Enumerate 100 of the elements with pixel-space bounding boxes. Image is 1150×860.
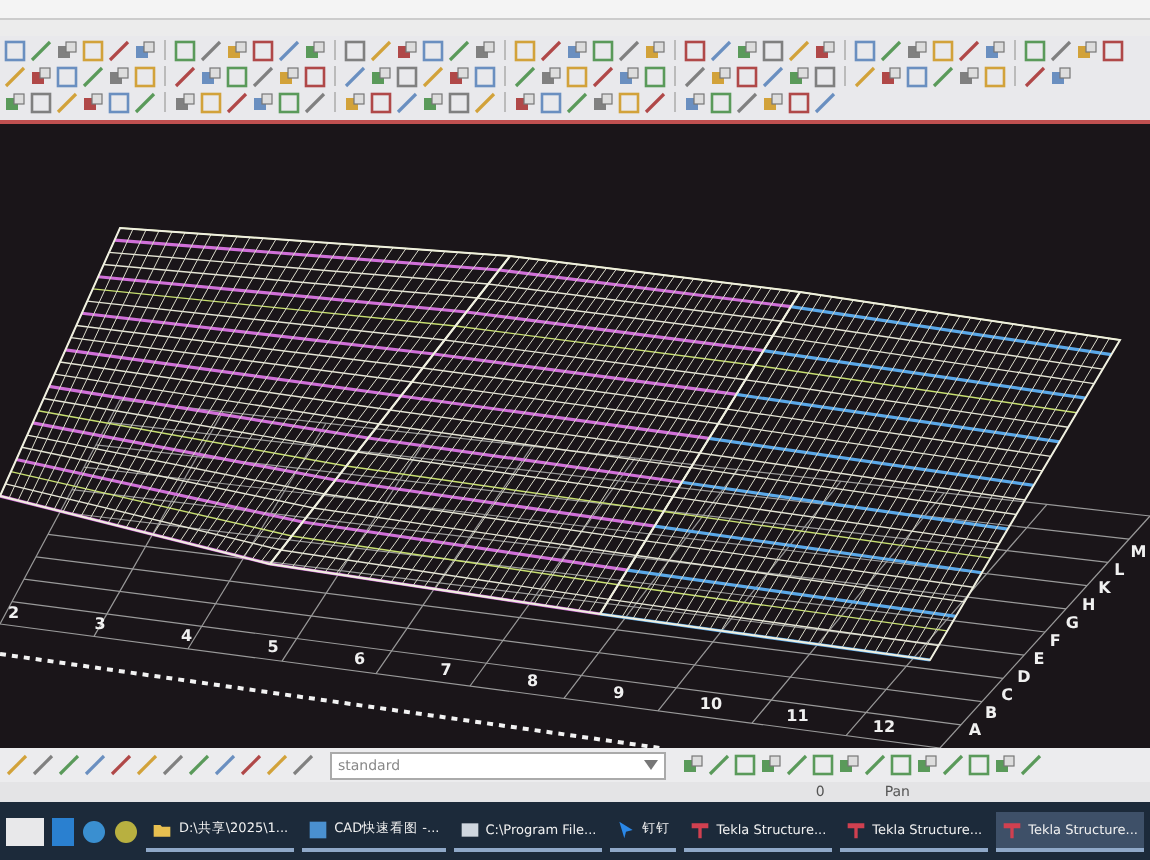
toolbar-icon[interactable] (958, 65, 980, 87)
toolbar-icon[interactable] (134, 39, 156, 61)
search-field[interactable] (6, 817, 45, 845)
toolbar-icon[interactable] (174, 91, 196, 113)
toolbar-icon[interactable] (56, 91, 78, 113)
toolbar-icon[interactable] (968, 754, 990, 776)
toolbar-icon[interactable] (134, 91, 156, 113)
toolbar-icon[interactable] (474, 65, 496, 87)
toolbar-icon[interactable] (1102, 39, 1124, 61)
toolbar-icon[interactable] (344, 65, 366, 87)
toolbar-icon[interactable] (252, 65, 274, 87)
toolbar-icon[interactable] (422, 39, 444, 61)
toolbar-icon[interactable] (82, 65, 104, 87)
toolbar-icon[interactable] (994, 754, 1016, 776)
toolbar-icon[interactable] (278, 65, 300, 87)
toolbar-icon[interactable] (396, 39, 418, 61)
toolbar-icon[interactable] (226, 65, 248, 87)
toolbar-icon[interactable] (814, 65, 836, 87)
toolbar-icon[interactable] (6, 754, 28, 776)
toolbar-icon[interactable] (200, 65, 222, 87)
toolbar-icon[interactable] (56, 39, 78, 61)
toolbar-icon[interactable] (278, 39, 300, 61)
toolbar-icon[interactable] (786, 754, 808, 776)
toolbar-icon[interactable] (266, 754, 288, 776)
toolbar-icon[interactable] (422, 65, 444, 87)
toolbar-icon[interactable] (710, 65, 732, 87)
toolbar-icon[interactable] (344, 39, 366, 61)
toolbar-icon[interactable] (136, 754, 158, 776)
toolbar-icon[interactable] (226, 39, 248, 61)
toolbar-icon[interactable] (684, 65, 706, 87)
toolbar-icon[interactable] (710, 39, 732, 61)
toolbar-icon[interactable] (56, 65, 78, 87)
toolbar-icon[interactable] (736, 65, 758, 87)
toolbar-icon[interactable] (82, 91, 104, 113)
toolbar-icon[interactable] (812, 754, 834, 776)
toolbar-icon[interactable] (958, 39, 980, 61)
toolbar-icon[interactable] (762, 91, 784, 113)
toolbar-icon[interactable] (916, 754, 938, 776)
toolbar-icon[interactable] (278, 91, 300, 113)
toolbar-icon[interactable] (906, 39, 928, 61)
toolbar-icon[interactable] (984, 39, 1006, 61)
toolbar-icon[interactable] (890, 754, 912, 776)
toolbar-icon[interactable] (252, 91, 274, 113)
toolbar-icon[interactable] (4, 65, 26, 87)
toolbar-icon[interactable] (644, 91, 666, 113)
toolbar-icon[interactable] (304, 65, 326, 87)
toolbar-icon[interactable] (760, 754, 782, 776)
toolbar-icon[interactable] (566, 65, 588, 87)
toolbar-icon[interactable] (82, 39, 104, 61)
toolbar-icon[interactable] (32, 754, 54, 776)
toolbar-icon[interactable] (110, 754, 132, 776)
toolbar-icon[interactable] (162, 754, 184, 776)
toolbar-icon[interactable] (684, 39, 706, 61)
toolbar-icon[interactable] (540, 39, 562, 61)
toolbar-icon[interactable] (174, 65, 196, 87)
toolbar-icon[interactable] (200, 39, 222, 61)
toolbar-icon[interactable] (134, 65, 156, 87)
toolbar-icon[interactable] (474, 39, 496, 61)
toolbar-icon[interactable] (474, 91, 496, 113)
toolbar-icon[interactable] (618, 39, 640, 61)
toolbar-icon[interactable] (880, 39, 902, 61)
toolbar-icon[interactable] (188, 754, 210, 776)
toolbar-icon[interactable] (736, 91, 758, 113)
toolbar-icon[interactable] (370, 65, 392, 87)
toolbar-icon[interactable] (932, 65, 954, 87)
toolbar-icon[interactable] (514, 39, 536, 61)
toolbar-icon[interactable] (514, 91, 536, 113)
toolbar-icon[interactable] (422, 91, 444, 113)
toolbar-icon[interactable] (30, 39, 52, 61)
toolbar-icon[interactable] (708, 754, 730, 776)
toolbar-icon[interactable] (592, 65, 614, 87)
toolbar-icon[interactable] (108, 39, 130, 61)
toolbar-icon[interactable] (84, 754, 106, 776)
circle-app-icon[interactable] (82, 819, 107, 843)
toolbar-icon[interactable] (30, 65, 52, 87)
toolbar-icon[interactable] (344, 91, 366, 113)
toolbar-icon[interactable] (448, 39, 470, 61)
toolbar-icon[interactable] (592, 91, 614, 113)
toolbar-icon[interactable] (854, 39, 876, 61)
toolbar-icon[interactable] (942, 754, 964, 776)
toolbar-icon[interactable] (30, 91, 52, 113)
toolbar-icon[interactable] (448, 91, 470, 113)
toolbar-icon[interactable] (788, 65, 810, 87)
toolbar-icon[interactable] (1024, 65, 1046, 87)
circle-app-icon[interactable] (114, 819, 139, 843)
toolbar-icon[interactable] (788, 91, 810, 113)
toolbar-icon[interactable] (370, 39, 392, 61)
toolbar-icon[interactable] (396, 65, 418, 87)
toolbar-icon[interactable] (762, 39, 784, 61)
toolbar-icon[interactable] (514, 65, 536, 87)
toolbar-icon[interactable] (540, 65, 562, 87)
toolbar-icon[interactable] (644, 39, 666, 61)
toolbar-icon[interactable] (370, 91, 392, 113)
toolbar-icon[interactable] (240, 754, 262, 776)
toolbar-icon[interactable] (566, 91, 588, 113)
toolbar-icon[interactable] (448, 65, 470, 87)
toolbar-icon[interactable] (174, 39, 196, 61)
toolbar-icon[interactable] (540, 91, 562, 113)
toolbar-icon[interactable] (304, 39, 326, 61)
toolbar-icon[interactable] (854, 65, 876, 87)
